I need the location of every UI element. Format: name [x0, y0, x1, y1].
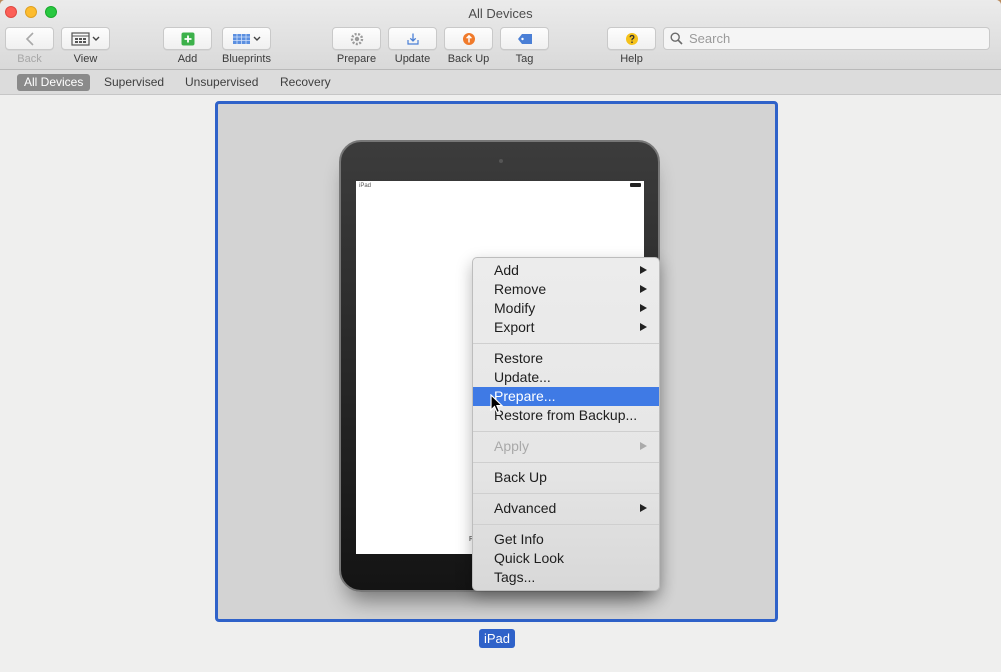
menu-item-export[interactable]: Export: [473, 318, 659, 337]
scope-unsupervised[interactable]: Unsupervised: [178, 74, 265, 91]
submenu-arrow-icon: [640, 504, 647, 512]
title-bar: All Devices Back View Add Blueprints Pre…: [0, 0, 1001, 70]
menu-item-label: Advanced: [494, 500, 557, 516]
prepare-label: Prepare: [336, 53, 377, 65]
menu-separator: [473, 524, 659, 525]
menu-item-label: Quick Look: [494, 550, 565, 566]
backup-button[interactable]: [444, 27, 493, 50]
scope-bar: All Devices Supervised Unsupervised Reco…: [0, 70, 1001, 95]
scope-all-devices[interactable]: All Devices: [17, 74, 91, 91]
add-toolbar-item[interactable]: Add: [163, 27, 212, 65]
back-button[interactable]: [5, 27, 54, 50]
prepare-button[interactable]: [332, 27, 381, 50]
menu-item-label: Export: [494, 319, 535, 335]
menu-item-advanced[interactable]: Advanced: [473, 499, 659, 518]
help-button[interactable]: [607, 27, 656, 50]
back-label: Back: [17, 53, 42, 65]
menu-item-remove[interactable]: Remove: [473, 280, 659, 299]
download-tray-icon: [406, 33, 419, 45]
device-name-label[interactable]: iPad: [479, 629, 516, 648]
view-button[interactable]: [61, 27, 110, 50]
tag-toolbar-item[interactable]: Tag: [500, 27, 549, 65]
submenu-arrow-icon: [640, 285, 647, 293]
prepare-toolbar-item[interactable]: Prepare: [332, 27, 381, 65]
update-label: Update: [394, 53, 431, 65]
add-label: Add: [177, 53, 198, 65]
menu-separator: [473, 462, 659, 463]
submenu-arrow-icon: [640, 323, 647, 331]
view-grid-icon: [70, 31, 99, 46]
menu-item-label: Add: [494, 262, 519, 278]
backup-arrow-icon: [462, 32, 475, 45]
menu-item-modify[interactable]: Modify: [473, 299, 659, 318]
scope-supervised[interactable]: Supervised: [97, 74, 171, 91]
back-toolbar-item[interactable]: Back: [5, 27, 54, 65]
menu-separator: [473, 343, 659, 344]
backup-label: Back Up: [447, 53, 490, 65]
scope-recovery[interactable]: Recovery: [273, 74, 338, 91]
menu-item-back-up[interactable]: Back Up: [473, 468, 659, 487]
tag-button[interactable]: [500, 27, 549, 50]
update-toolbar-item[interactable]: Update: [388, 27, 437, 65]
menu-item-label: Tags...: [494, 569, 536, 585]
battery-icon: [630, 183, 641, 187]
search-field[interactable]: Search: [663, 27, 990, 50]
help-label: Help: [620, 53, 643, 65]
submenu-arrow-icon: [640, 442, 647, 450]
menu-item-label: Get Info: [494, 531, 544, 547]
menu-item-label: Restore: [494, 350, 544, 366]
camera-dot: [499, 159, 503, 163]
menu-item-label: Restore from Backup...: [494, 407, 638, 423]
menu-separator: [473, 431, 659, 432]
search-icon: [670, 32, 683, 45]
menu-item-apply: Apply: [473, 437, 659, 456]
plus-icon: [181, 32, 194, 45]
add-button[interactable]: [163, 27, 212, 50]
menu-item-update[interactable]: Update...: [473, 368, 659, 387]
backup-toolbar-item[interactable]: Back Up: [444, 27, 493, 65]
update-button[interactable]: [388, 27, 437, 50]
menu-item-add[interactable]: Add: [473, 261, 659, 280]
submenu-arrow-icon: [640, 304, 647, 312]
menu-item-label: Back Up: [494, 469, 547, 485]
tag-icon: [517, 33, 532, 44]
menu-item-restore[interactable]: Restore: [473, 349, 659, 368]
menu-item-label: Apply: [494, 438, 530, 454]
help-toolbar-item[interactable]: Help: [607, 27, 656, 65]
view-toolbar-item[interactable]: View: [61, 27, 110, 65]
search-placeholder: Search: [689, 31, 731, 46]
chevron-left-icon: [25, 31, 34, 46]
tag-label: Tag: [515, 53, 534, 65]
blueprints-icon: [232, 33, 260, 44]
menu-item-tags[interactable]: Tags...: [473, 568, 659, 587]
menu-separator: [473, 493, 659, 494]
blueprints-button[interactable]: [222, 27, 271, 50]
view-label: View: [73, 53, 98, 65]
help-question-icon: [625, 32, 638, 45]
menu-item-get-info[interactable]: Get Info: [473, 530, 659, 549]
menu-item-label: Update...: [494, 369, 551, 385]
submenu-arrow-icon: [640, 266, 647, 274]
menu-item-quick-look[interactable]: Quick Look: [473, 549, 659, 568]
menu-item-label: Modify: [494, 300, 536, 316]
mouse-pointer-icon: [490, 394, 504, 414]
window-title: All Devices: [468, 6, 533, 21]
menu-item-label: Remove: [494, 281, 547, 297]
app-window: All Devices Back View Add Blueprints Pre…: [0, 0, 1001, 672]
ipad-status-text: iPad: [359, 183, 372, 189]
blueprints-toolbar-item[interactable]: Blueprints: [222, 27, 271, 65]
blueprints-label: Blueprints: [222, 53, 271, 65]
gear-icon: [350, 32, 363, 45]
context-menu: Add Remove Modify Export Restore Update.…: [472, 257, 660, 591]
